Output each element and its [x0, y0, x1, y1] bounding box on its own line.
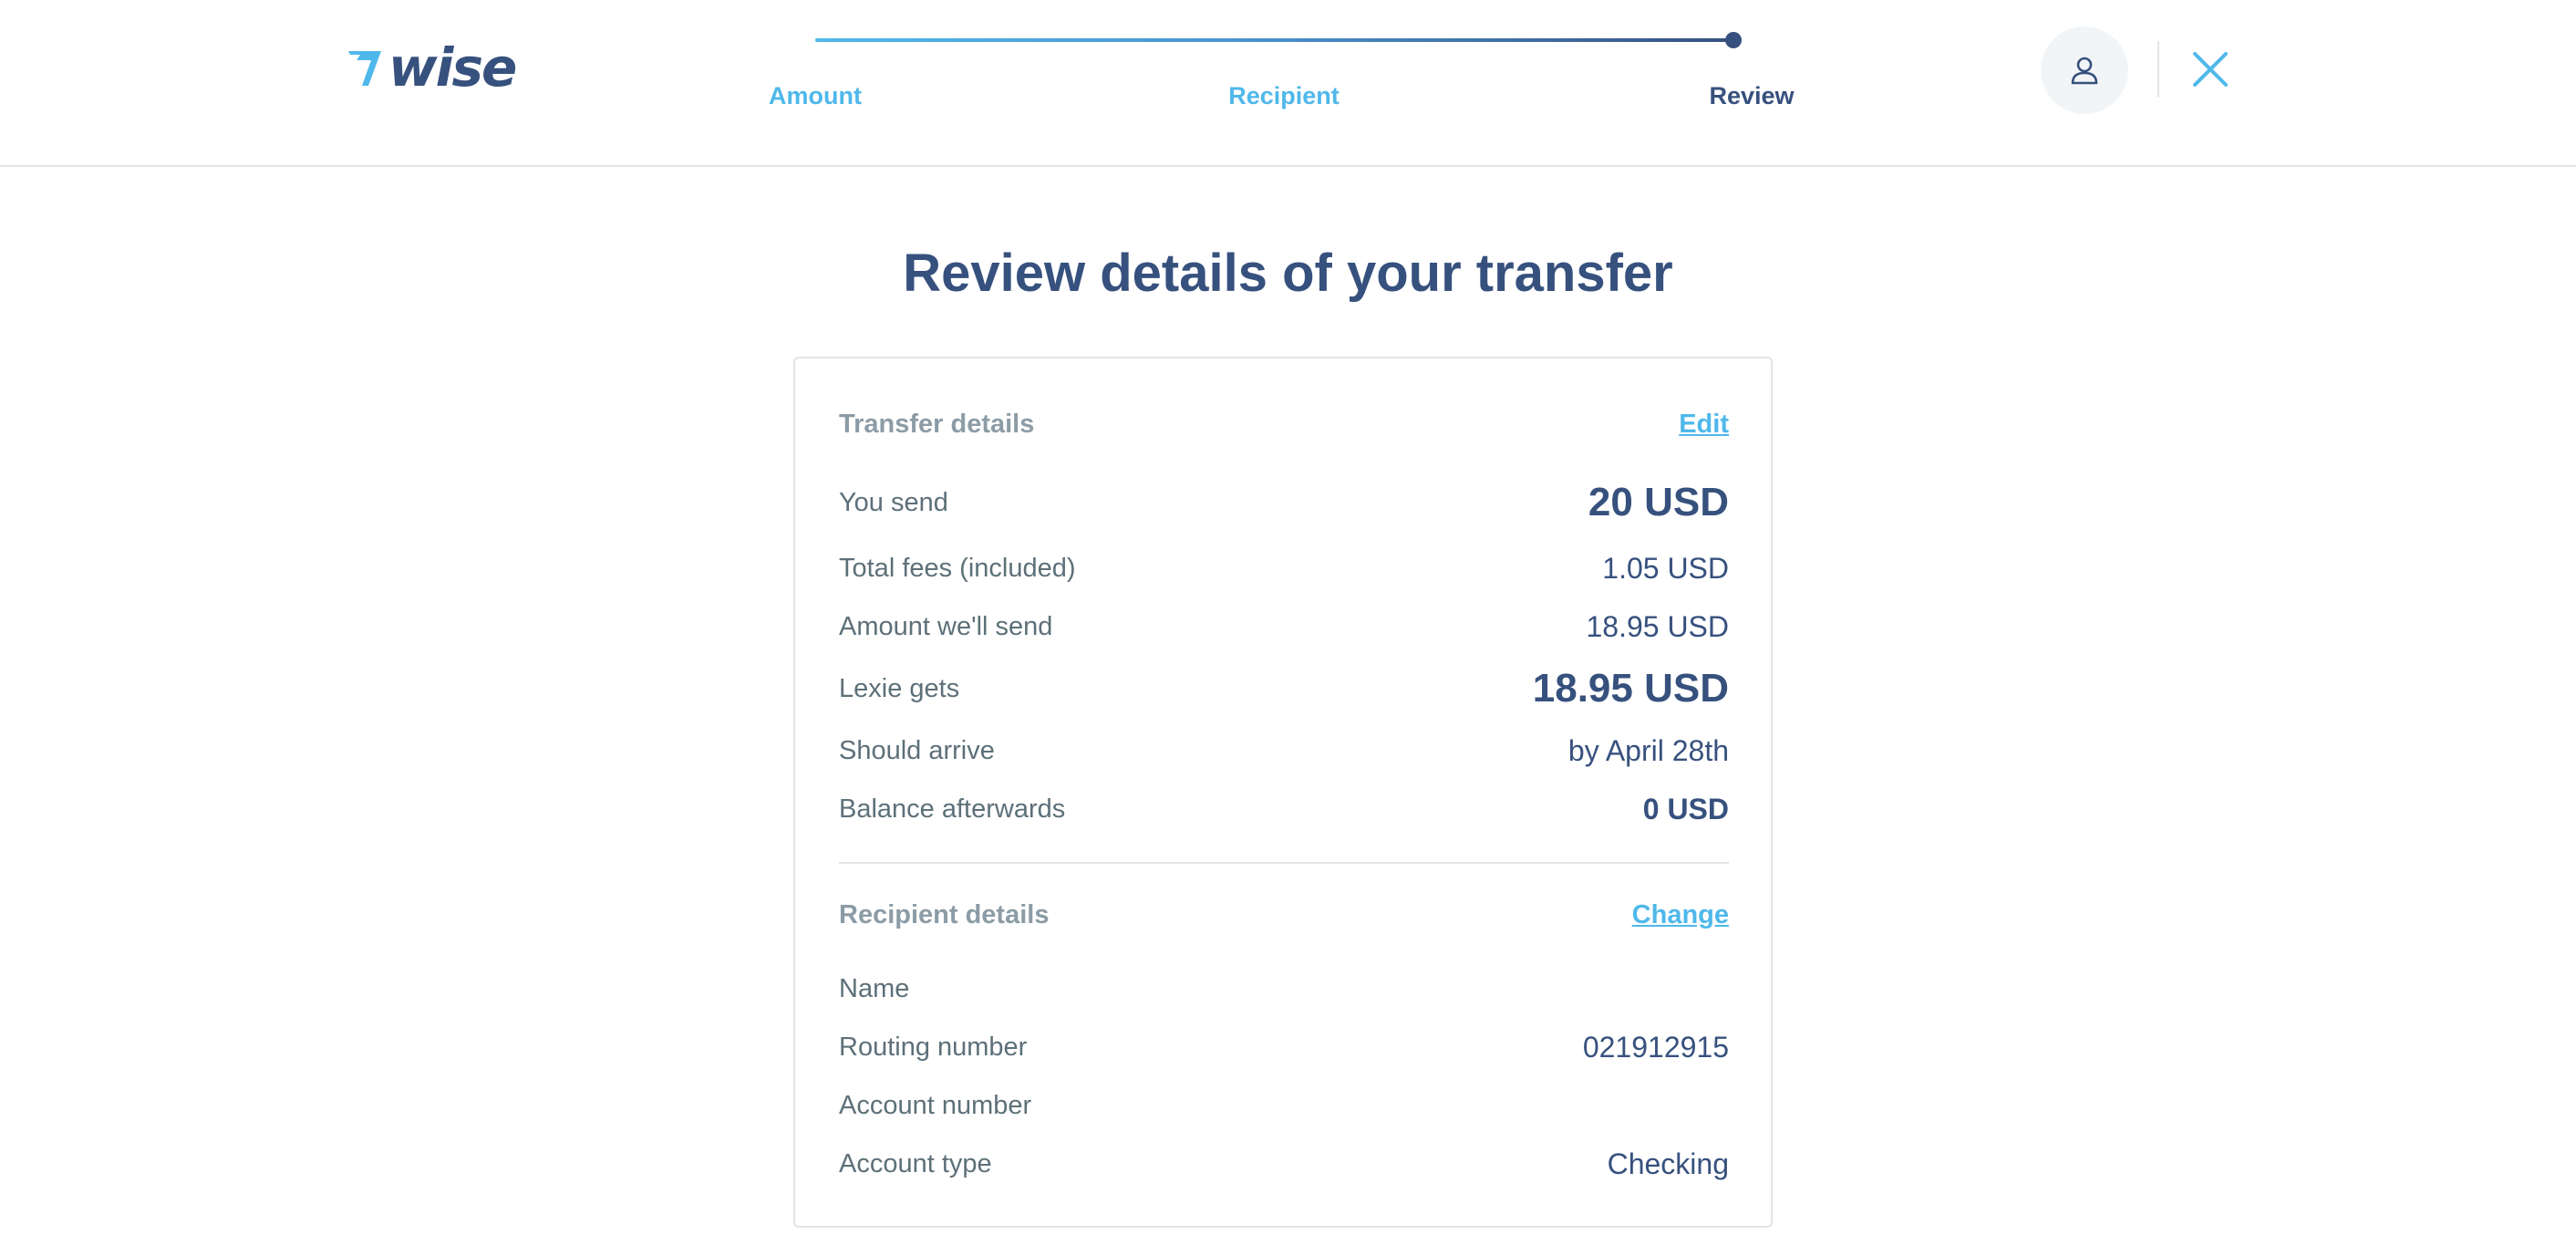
profile-button[interactable] [2041, 26, 2128, 114]
row-label: Account type [839, 1148, 992, 1178]
step-review: Review [1709, 82, 1795, 109]
review-card: Transfer details Edit You send 20 USD To… [793, 357, 1773, 1228]
row-you-send: You send 20 USD [839, 475, 1729, 530]
row-value: 1.05 USD [1602, 551, 1729, 585]
person-icon [2071, 57, 2098, 85]
row-balance-afterwards: Balance afterwards 0 USD [839, 786, 1729, 832]
change-link[interactable]: Change [1632, 900, 1729, 930]
row-label: Name [839, 973, 910, 1003]
recipient-details-header: Recipient details Change [839, 895, 1729, 935]
close-icon [2193, 52, 2228, 87]
row-value: 0 USD [1642, 792, 1729, 825]
recipient-details-heading: Recipient details [839, 899, 1050, 929]
row-label: Routing number [839, 1032, 1028, 1062]
transfer-details-header: Transfer details Edit [839, 404, 1729, 444]
step-amount[interactable]: Amount [769, 82, 862, 110]
row-label: You send [839, 487, 948, 517]
row-account-type: Account type Checking [839, 1141, 1729, 1187]
row-label: Balance afterwards [839, 794, 1066, 824]
row-label: Amount we'll send [839, 611, 1053, 641]
header-divider [2157, 41, 2159, 98]
page-title: Review details of your transfer [903, 244, 1673, 303]
row-label: Total fees (included) [839, 553, 1076, 583]
row-label: Should arrive [839, 735, 995, 765]
row-routing-number: Routing number 021912915 [839, 1024, 1729, 1070]
edit-link[interactable]: Edit [1679, 410, 1729, 440]
row-should-arrive: Should arrive by April 28th [839, 728, 1729, 773]
stepper-track [815, 38, 1734, 42]
row-value: 20 USD [1588, 480, 1729, 524]
progress-stepper: Amount Recipient Review [711, 0, 1833, 164]
row-name: Name [839, 966, 1729, 1012]
section-divider [839, 862, 1729, 864]
step-recipient[interactable]: Recipient [1228, 82, 1340, 110]
top-header: wise Amount Recipient Review [0, 0, 2576, 167]
row-value: Checking [1607, 1147, 1729, 1180]
row-value: 18.95 USD [1586, 609, 1729, 643]
close-button[interactable] [2188, 47, 2232, 91]
logo-wordmark: wise [388, 36, 517, 99]
row-label: Lexie gets [839, 673, 960, 703]
row-amount-we-send: Amount we'll send 18.95 USD [839, 604, 1729, 649]
row-total-fees: Total fees (included) 1.05 USD [839, 545, 1729, 591]
wise-logo[interactable]: wise [345, 36, 517, 99]
stepper-current-dot [1725, 32, 1742, 48]
transfer-details-heading: Transfer details [839, 409, 1035, 439]
row-value: 18.95 USD [1532, 666, 1729, 711]
row-value: 021912915 [1582, 1030, 1729, 1064]
row-recipient-gets: Lexie gets 18.95 USD [839, 661, 1729, 716]
row-value: by April 28th [1567, 733, 1729, 767]
row-account-number: Account number [839, 1083, 1729, 1128]
wise-flag-icon [348, 51, 381, 86]
row-label: Account number [839, 1090, 1032, 1120]
